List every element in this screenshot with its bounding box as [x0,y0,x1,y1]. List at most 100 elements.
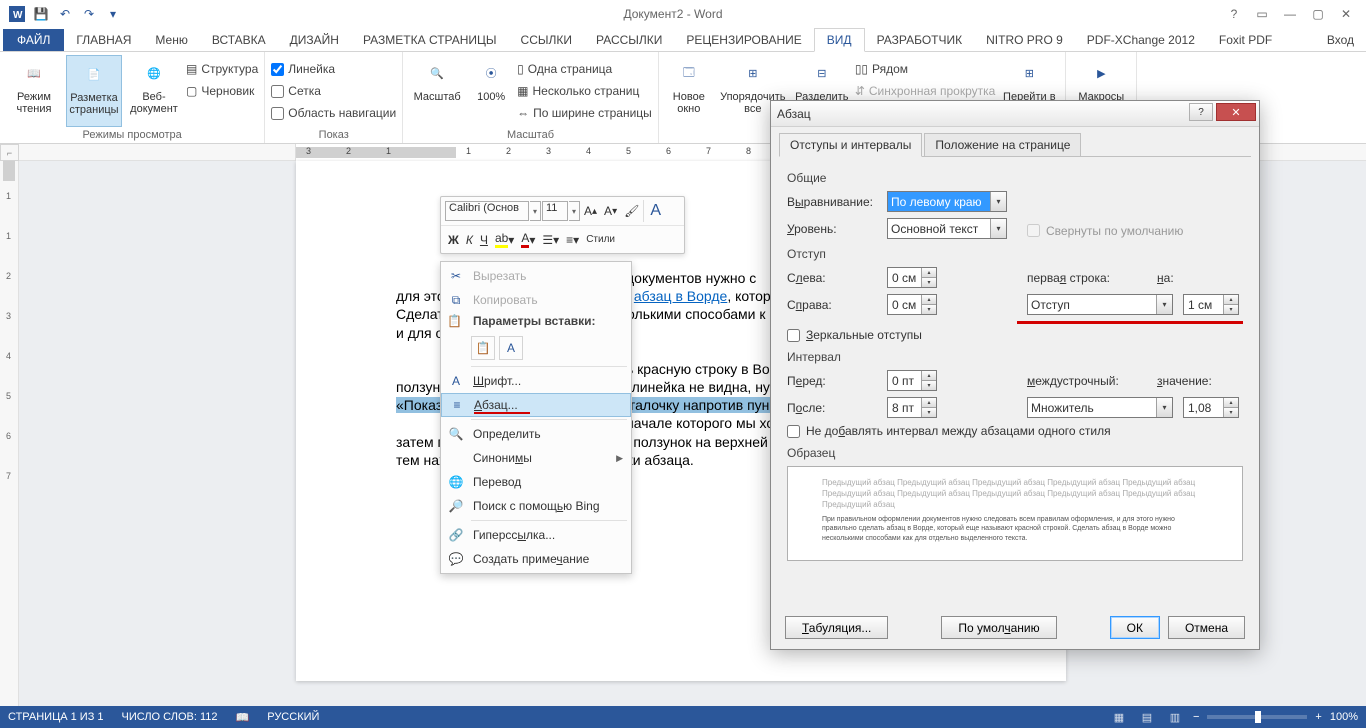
zoom-level[interactable]: 100% [1330,711,1358,723]
close-icon[interactable]: ✕ [1334,3,1358,25]
draft-button[interactable]: ▢Черновик [186,81,258,101]
ruler-corner[interactable]: ⌐ [0,144,19,161]
tab-view[interactable]: ВИД [814,28,865,52]
zoom-slider[interactable] [1207,715,1307,719]
ctx-synonyms[interactable]: Синонимы▶ [441,446,631,470]
first-line-by-spinner[interactable]: 1 см▴▾ [1183,294,1239,315]
styles-button[interactable]: A [643,200,664,222]
mirror-indents-checkbox[interactable]: Зеркальные отступы [787,328,1243,342]
alignment-select[interactable]: По левому краю▾ [887,191,1007,212]
space-after-spinner[interactable]: 8 пт▴▾ [887,397,937,418]
dialog-close-icon[interactable]: ✕ [1216,103,1256,121]
spacing-value-spinner[interactable]: 1,08▴▾ [1183,397,1239,418]
line-spacing-select[interactable]: Множитель▾ [1027,397,1173,418]
tab-references[interactable]: ССЫЛКИ [509,29,584,51]
font-family-input[interactable]: Calibri (Основ [445,201,529,221]
read-mode-view-icon[interactable]: ▤ [1137,709,1157,725]
nav-pane-checkbox[interactable]: Область навигации [271,103,396,123]
help-icon[interactable]: ? [1222,3,1246,25]
indent-left-spinner[interactable]: 0 см▴▾ [887,267,937,288]
page-status[interactable]: СТРАНИЦА 1 ИЗ 1 [8,711,104,723]
tab-review[interactable]: РЕЦЕНЗИРОВАНИЕ [674,29,813,51]
ctx-translate[interactable]: 🌐Перевод [441,470,631,494]
sign-in[interactable]: Вход [1315,29,1366,51]
tab-menu[interactable]: Меню [143,29,199,51]
tab-pdfxchange[interactable]: PDF-XChange 2012 [1075,29,1207,51]
minimize-icon[interactable]: — [1278,3,1302,25]
vertical-ruler[interactable]: 11 23 45 67 [0,161,19,706]
ctx-new-comment[interactable]: 💬Создать примечание [441,547,631,571]
web-layout-view-icon[interactable]: ▥ [1165,709,1185,725]
tab-insert[interactable]: ВСТАВКА [200,29,278,51]
underline-icon[interactable]: Ч [477,229,491,251]
dialog-help-icon[interactable]: ? [1189,103,1213,121]
tab-layout[interactable]: РАЗМЕТКА СТРАНИЦЫ [351,29,509,51]
read-mode-button[interactable]: 📖Режим чтения [6,55,62,127]
font-dropdown-icon[interactable]: ▾ [530,201,541,221]
new-window-button[interactable]: 🗔Новое окно [665,55,713,139]
ctx-hyperlink[interactable]: 🔗Гиперссылка... [441,523,631,547]
dialog-titlebar[interactable]: Абзац ? ✕ [771,101,1259,127]
new-doc-icon[interactable]: ▾ [102,3,124,25]
no-space-same-style-checkbox[interactable]: Не добавлять интервал между абзацами одн… [787,424,1243,438]
indent-right-spinner[interactable]: 0 см▴▾ [887,294,937,315]
undo-icon[interactable]: ↶ [54,3,76,25]
collapse-checkbox[interactable]: Свернуты по умолчанию [1027,224,1183,238]
cancel-button[interactable]: Отмена [1168,616,1245,639]
zoom-in-icon[interactable]: + [1315,711,1321,723]
hundred-percent-button[interactable]: ⦿100% [469,55,513,127]
save-icon[interactable]: 💾 [30,3,52,25]
font-color-icon[interactable]: A▾ [518,229,538,251]
web-layout-button[interactable]: 🌐Веб-документ [126,55,182,127]
tab-developer[interactable]: РАЗРАБОТЧИК [865,29,975,51]
tab-nitro[interactable]: NITRO PRO 9 [974,29,1075,51]
tab-home[interactable]: ГЛАВНАЯ [64,29,143,51]
ok-button[interactable]: ОК [1110,616,1160,639]
spell-check-icon[interactable]: 📖 [236,711,250,724]
dialog-tab-position[interactable]: Положение на странице [924,133,1081,156]
word-count[interactable]: ЧИСЛО СЛОВ: 112 [122,711,218,723]
numbering-icon[interactable]: ≡▾ [563,229,582,251]
styles-label[interactable]: Стили [583,229,618,251]
ctx-copy[interactable]: ⧉Копировать [441,288,631,312]
gridlines-checkbox[interactable]: Сетка [271,81,396,101]
tabs-button[interactable]: Табуляция... [785,616,888,639]
tab-mailings[interactable]: РАССЫЛКИ [584,29,674,51]
language-status[interactable]: РУССКИЙ [267,711,319,723]
format-painter-icon[interactable]: 🖌 [621,200,642,222]
grow-font-icon[interactable]: A▴ [581,200,600,222]
side-by-side-button[interactable]: ▯▯Рядом [855,59,995,79]
outline-button[interactable]: ▤Структура [186,59,258,79]
ctx-font[interactable]: AШрифт... [441,369,631,393]
space-before-spinner[interactable]: 0 пт▴▾ [887,370,937,391]
page-width-button[interactable]: ⇔По ширине страницы [517,103,652,123]
bold-icon[interactable]: Ж [445,229,462,251]
ctx-define[interactable]: 🔍Определить [441,422,631,446]
italic-icon[interactable]: К [463,229,476,251]
redo-icon[interactable]: ↷ [78,3,100,25]
word-icon[interactable]: W [6,3,28,25]
zoom-out-icon[interactable]: − [1193,711,1199,723]
ribbon-display-icon[interactable]: ▭ [1250,3,1274,25]
multi-page-button[interactable]: ▦Несколько страниц [517,81,652,101]
size-dropdown-icon[interactable]: ▾ [569,201,580,221]
ctx-search-bing[interactable]: 🔎Поиск с помощью Bing [441,494,631,518]
paste-text-only-icon[interactable]: A [499,336,523,360]
ruler-checkbox[interactable]: Линейка [271,59,396,79]
tab-file[interactable]: ФАЙЛ [3,29,64,51]
zoom-button[interactable]: 🔍Масштаб [409,55,465,127]
print-layout-button[interactable]: 📄Разметка страницы [66,55,122,127]
ctx-paragraph[interactable]: ≡Абзац... [441,393,631,417]
paste-keep-source-icon[interactable]: 📋 [471,336,495,360]
tab-design[interactable]: ДИЗАЙН [278,29,351,51]
one-page-button[interactable]: ▯Одна страница [517,59,652,79]
first-line-select[interactable]: Отступ▾ [1027,294,1173,315]
ctx-cut[interactable]: ✂Вырезать [441,264,631,288]
default-button[interactable]: По умолчанию [941,616,1056,639]
highlight-icon[interactable]: ab▾ [492,229,517,251]
sync-scroll-button[interactable]: ⇵Синхронная прокрутка [855,81,995,101]
tab-foxit[interactable]: Foxit PDF [1207,29,1284,51]
shrink-font-icon[interactable]: A▾ [601,200,620,222]
dialog-tab-indents[interactable]: Отступы и интервалы [779,133,922,157]
bullets-icon[interactable]: ☰▾ [539,229,562,251]
